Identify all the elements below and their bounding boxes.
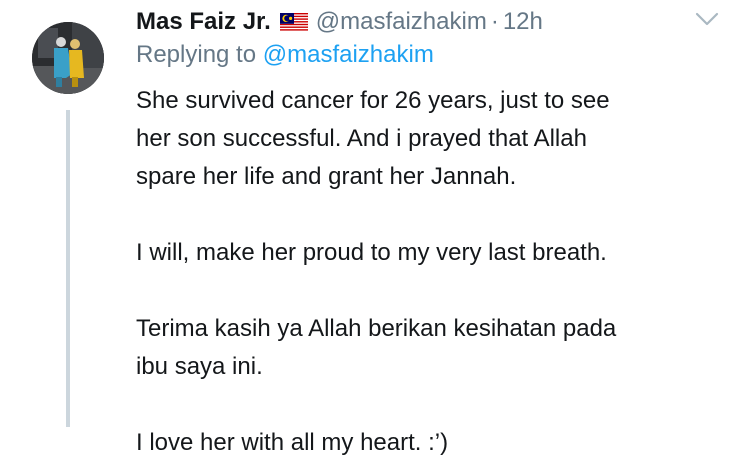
tweet-paragraph: I love her with all my heart. :’) <box>136 429 449 456</box>
reply-handle-link[interactable]: @masfaizhakim <box>263 41 434 68</box>
reply-prefix: Replying to <box>136 41 257 68</box>
avatar[interactable] <box>32 22 104 94</box>
tweet-paragraph: She survived cancer for 26 years, just t… <box>136 87 610 190</box>
display-name[interactable]: Mas Faiz Jr. <box>136 8 271 36</box>
timestamp[interactable]: 12h <box>503 8 543 36</box>
tweet-paragraph: I will, make her proud to my very last b… <box>136 239 607 266</box>
user-handle[interactable]: @masfaizhakim <box>316 8 487 36</box>
chevron-down-icon[interactable] <box>693 10 721 30</box>
malaysia-flag-icon <box>279 12 308 32</box>
replying-to: Replying to @masfaizhakim <box>136 41 434 73</box>
tweet: Mas Faiz Jr. @masfaizhakim · 12h Replyin… <box>0 0 750 456</box>
avatar-photo <box>32 22 104 94</box>
tweet-paragraph: Terima kasih ya Allah berikan kesihatan … <box>136 315 617 380</box>
thread-line <box>66 110 70 427</box>
tweet-header: Mas Faiz Jr. @masfaizhakim · 12h <box>136 5 543 39</box>
separator-dot: · <box>490 8 499 35</box>
tweet-text: She survived cancer for 26 years, just t… <box>136 82 736 462</box>
